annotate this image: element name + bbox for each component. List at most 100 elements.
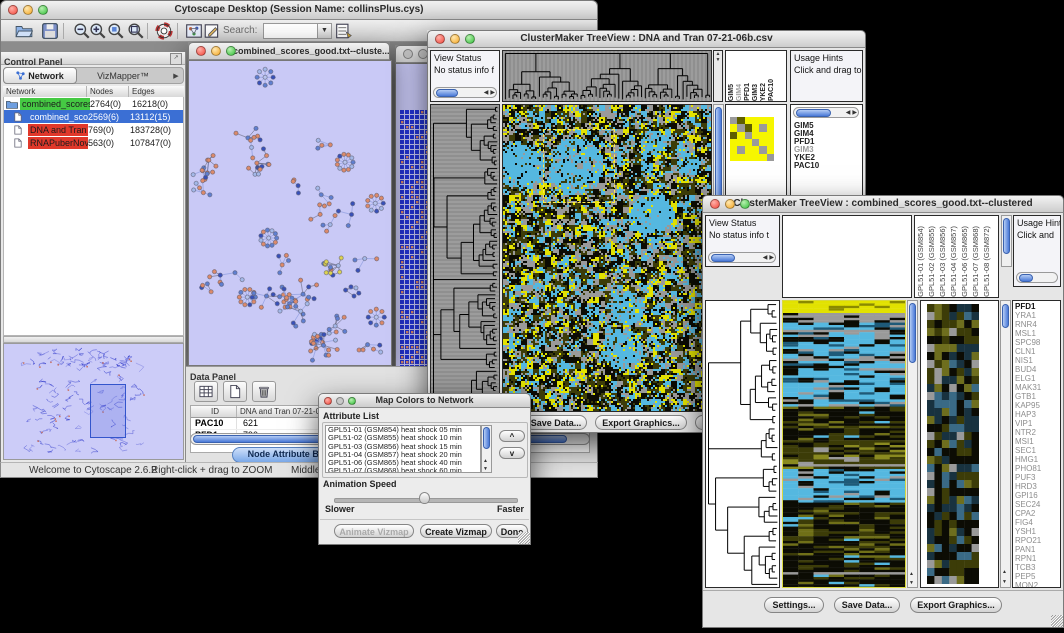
row-dendrogram-canvas[interactable] bbox=[431, 105, 499, 411]
tv1-titlebar[interactable]: ClusterMaker TreeView : DNA and Tran 07-… bbox=[427, 30, 866, 48]
summary-cell[interactable] bbox=[737, 146, 744, 153]
move-down-button[interactable]: v bbox=[499, 447, 525, 459]
column-label[interactable]: PFD1 bbox=[744, 83, 751, 101]
gene-label[interactable]: PFD1 bbox=[1015, 302, 1060, 311]
close-button[interactable] bbox=[435, 34, 445, 44]
scroll-thumb[interactable] bbox=[1019, 274, 1033, 282]
minimize-button[interactable] bbox=[450, 34, 460, 44]
summary-cell[interactable] bbox=[759, 132, 766, 139]
summary-cell[interactable] bbox=[745, 146, 752, 153]
scroll-thumb[interactable] bbox=[1003, 218, 1010, 254]
summary-cell[interactable] bbox=[745, 124, 752, 131]
tv1-row-dendrogram[interactable] bbox=[430, 104, 500, 412]
summary-cell[interactable] bbox=[767, 146, 774, 153]
overview-icon[interactable] bbox=[185, 22, 203, 40]
summary-cell[interactable] bbox=[767, 124, 774, 131]
tv2-gene-vscrollbar[interactable]: ▲ ▼ bbox=[1000, 300, 1011, 588]
minimize-button[interactable] bbox=[211, 46, 221, 56]
column-label[interactable]: GIM3 bbox=[752, 84, 759, 101]
summary-cell[interactable] bbox=[759, 139, 766, 146]
zoom-selected-icon[interactable] bbox=[107, 22, 125, 40]
summary-cell[interactable] bbox=[767, 139, 774, 146]
scroll-thumb[interactable] bbox=[796, 109, 831, 117]
resize-grip[interactable] bbox=[518, 532, 530, 544]
zoom-button[interactable] bbox=[226, 46, 236, 56]
tv2-export-graphics-button[interactable]: Export Graphics... bbox=[910, 597, 1002, 613]
tv2-column-dendrogram[interactable] bbox=[782, 215, 912, 298]
heatmap-canvas[interactable] bbox=[783, 301, 905, 587]
gene-label[interactable]: SEC1 bbox=[1015, 446, 1060, 455]
summary-cell[interactable] bbox=[745, 132, 752, 139]
summary-cell[interactable] bbox=[737, 139, 744, 146]
scroll-down-icon[interactable]: ▼ bbox=[909, 580, 914, 586]
float-panel-icon[interactable]: ↗ bbox=[170, 53, 182, 65]
gene-label[interactable]: PHO81 bbox=[1015, 464, 1060, 473]
birdseye-viewport-rect[interactable] bbox=[90, 384, 126, 438]
summary-cell[interactable] bbox=[730, 139, 737, 146]
save-icon[interactable] bbox=[41, 22, 59, 40]
gene-label[interactable]: NTR2 bbox=[1015, 428, 1060, 437]
summary-cell[interactable] bbox=[737, 154, 744, 161]
summary-cell[interactable] bbox=[752, 139, 759, 146]
network-row[interactable]: DNA and Tran 07769(0)183728(0) bbox=[4, 123, 183, 136]
close-button[interactable] bbox=[196, 46, 206, 56]
help-icon[interactable] bbox=[155, 22, 173, 40]
configure-icon[interactable] bbox=[335, 22, 353, 40]
resize-grip[interactable] bbox=[1051, 615, 1063, 627]
search-input[interactable] bbox=[263, 23, 321, 39]
gene-label[interactable]: MAK31 bbox=[1015, 383, 1060, 392]
tab-overflow-button[interactable]: ▶ bbox=[169, 68, 183, 83]
zoom-button[interactable] bbox=[465, 34, 475, 44]
summary-cell[interactable] bbox=[730, 132, 737, 139]
tv2-summary-panel[interactable] bbox=[920, 300, 999, 588]
attribute-listbox[interactable]: GPL51-01 (GSM854) heat shock 05 minGPL51… bbox=[325, 425, 481, 473]
document-icon[interactable] bbox=[223, 381, 247, 402]
birdseye-view[interactable] bbox=[3, 343, 184, 460]
gene-label[interactable]: NIS1 bbox=[1015, 356, 1060, 365]
minimize-button[interactable] bbox=[725, 199, 735, 209]
gene-label[interactable]: YSH1 bbox=[1015, 527, 1060, 536]
scroll-thumb[interactable] bbox=[909, 303, 916, 363]
column-label[interactable]: PAC10 bbox=[768, 79, 775, 101]
tv1-hints-hscrollbar[interactable]: ◀▶ bbox=[793, 107, 859, 118]
summary-cell[interactable] bbox=[745, 154, 752, 161]
tab-vizmapper[interactable]: VizMapper™ bbox=[77, 68, 169, 83]
column-label[interactable]: GIM5 bbox=[728, 84, 735, 101]
gene-label[interactable]: TCB3 bbox=[1015, 563, 1060, 572]
summary-cell[interactable] bbox=[737, 117, 744, 124]
tv2-label-vscrollbar[interactable] bbox=[1001, 215, 1012, 267]
heatmap-selection-rect[interactable] bbox=[543, 129, 615, 203]
animate-vizmap-button[interactable]: Animate Vizmap bbox=[334, 524, 414, 538]
network-row[interactable]: combined_scores2764(0)16218(0) bbox=[4, 97, 183, 110]
gene-label[interactable]: PUF3 bbox=[1015, 473, 1060, 482]
summary-cell[interactable] bbox=[752, 124, 759, 131]
zoom-in-icon[interactable] bbox=[89, 22, 107, 40]
summary-cell[interactable] bbox=[759, 146, 766, 153]
search-dropdown-arrow-icon[interactable]: ▼ bbox=[317, 23, 332, 39]
summary-cell[interactable] bbox=[737, 124, 744, 131]
col-network[interactable]: Network bbox=[3, 86, 87, 97]
gene-label[interactable]: PAC10 bbox=[794, 162, 819, 170]
summary-cell[interactable] bbox=[730, 124, 737, 131]
col-id[interactable]: ID bbox=[191, 406, 237, 417]
gene-label[interactable]: KAP95 bbox=[1015, 401, 1060, 410]
tv2-heatmap-vscrollbar[interactable]: ▲ ▼ bbox=[907, 300, 918, 588]
summary-cell[interactable] bbox=[767, 132, 774, 139]
column-label[interactable]: GPL51-07 (GSM868) bbox=[972, 226, 981, 297]
column-label[interactable]: GPL51-06 (GSM865) bbox=[961, 226, 970, 297]
gene-label[interactable]: CPA2 bbox=[1015, 509, 1060, 518]
summary-cell[interactable] bbox=[759, 154, 766, 161]
gene-label[interactable]: HMG1 bbox=[1015, 455, 1060, 464]
create-vizmap-button[interactable]: Create Vizmap bbox=[420, 524, 492, 538]
tv2-status-hscrollbar[interactable]: ◀▶ bbox=[708, 252, 776, 263]
tv1-heatmap[interactable] bbox=[502, 104, 712, 412]
column-label[interactable]: GIM4 bbox=[736, 84, 743, 101]
scroll-up-icon[interactable]: ▲ bbox=[1002, 569, 1007, 575]
gene-label[interactable]: SEC24 bbox=[1015, 500, 1060, 509]
scroll-thumb[interactable] bbox=[1002, 304, 1009, 328]
summary-cell[interactable] bbox=[745, 117, 752, 124]
col-nodes[interactable]: Nodes bbox=[87, 86, 129, 97]
dialog-titlebar[interactable]: Map Colors to Network bbox=[318, 393, 531, 408]
tv2-titlebar[interactable]: ClusterMaker TreeView : combined_scores_… bbox=[702, 195, 1064, 213]
gene-label[interactable]: BUD4 bbox=[1015, 365, 1060, 374]
